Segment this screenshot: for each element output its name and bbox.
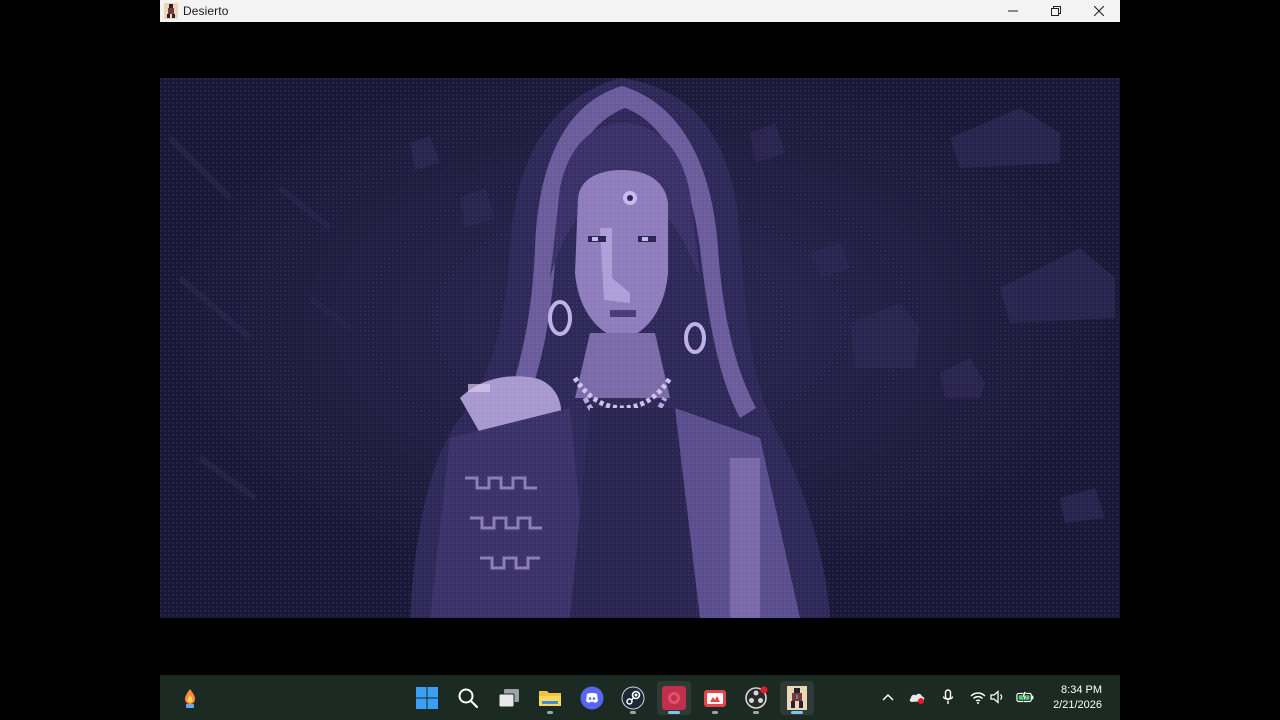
pixel-portrait-scene — [160, 78, 1120, 618]
file-explorer-button[interactable] — [533, 681, 567, 715]
game-canvas[interactable] — [160, 78, 1120, 618]
clock-time: 8:34 PM — [1061, 684, 1102, 696]
title-bar[interactable]: Desierto — [160, 0, 1120, 22]
restore-button[interactable] — [1034, 0, 1077, 22]
cloud-sync-tray[interactable] — [908, 688, 926, 706]
recorder-app-icon — [662, 686, 686, 710]
cloud-sync-icon — [909, 693, 925, 704]
minimize-button[interactable] — [991, 0, 1034, 22]
running-indicator — [630, 711, 636, 714]
show-hidden-icons-button[interactable] — [879, 688, 897, 706]
task-view-button[interactable] — [492, 681, 526, 715]
widgets-button[interactable] — [173, 681, 207, 715]
game-window: Desierto — [160, 0, 1120, 675]
minimize-icon — [1007, 10, 1018, 12]
running-indicator — [547, 711, 553, 714]
obs-icon — [745, 686, 768, 709]
weather-widget-icon — [185, 689, 195, 708]
volume-tray[interactable] — [989, 688, 1007, 706]
taskbar: 8:34 PM 2/21/2026 — [160, 675, 1120, 720]
wifi-icon — [970, 691, 986, 704]
desierto-taskbar-button[interactable] — [780, 681, 814, 715]
window-title: Desierto — [183, 4, 229, 18]
game-app-button[interactable] — [698, 681, 732, 715]
file-explorer-icon — [539, 691, 561, 706]
wifi-tray[interactable] — [969, 688, 987, 706]
active-indicator — [791, 711, 803, 714]
discord-button[interactable] — [575, 681, 609, 715]
clock-date: 2/21/2026 — [1053, 699, 1102, 711]
search-icon — [458, 688, 479, 709]
volume-icon — [990, 690, 1003, 704]
desierto-app-icon — [164, 3, 178, 19]
microphone-tray[interactable] — [939, 688, 957, 706]
running-indicator — [753, 711, 759, 714]
steam-icon — [621, 686, 645, 710]
battery-icon — [1016, 691, 1034, 703]
task-view-icon — [498, 689, 519, 708]
battery-tray[interactable] — [1016, 688, 1034, 706]
game-app-icon — [704, 690, 726, 707]
microphone-icon — [942, 689, 954, 704]
desierto-taskbar-icon — [787, 686, 807, 710]
running-indicator — [712, 711, 718, 714]
chevron-up-icon — [882, 693, 894, 701]
start-icon — [416, 687, 438, 709]
recorder-app-button[interactable] — [657, 681, 691, 715]
start-button[interactable] — [410, 681, 444, 715]
clock[interactable]: 8:34 PM 2/21/2026 — [1053, 683, 1102, 713]
restore-icon — [1050, 6, 1061, 16]
active-indicator — [668, 711, 680, 714]
close-icon — [1093, 6, 1104, 16]
steam-button[interactable] — [616, 681, 650, 715]
discord-icon — [580, 686, 604, 710]
obs-button[interactable] — [739, 681, 773, 715]
close-button[interactable] — [1077, 0, 1120, 22]
search-button[interactable] — [451, 681, 485, 715]
